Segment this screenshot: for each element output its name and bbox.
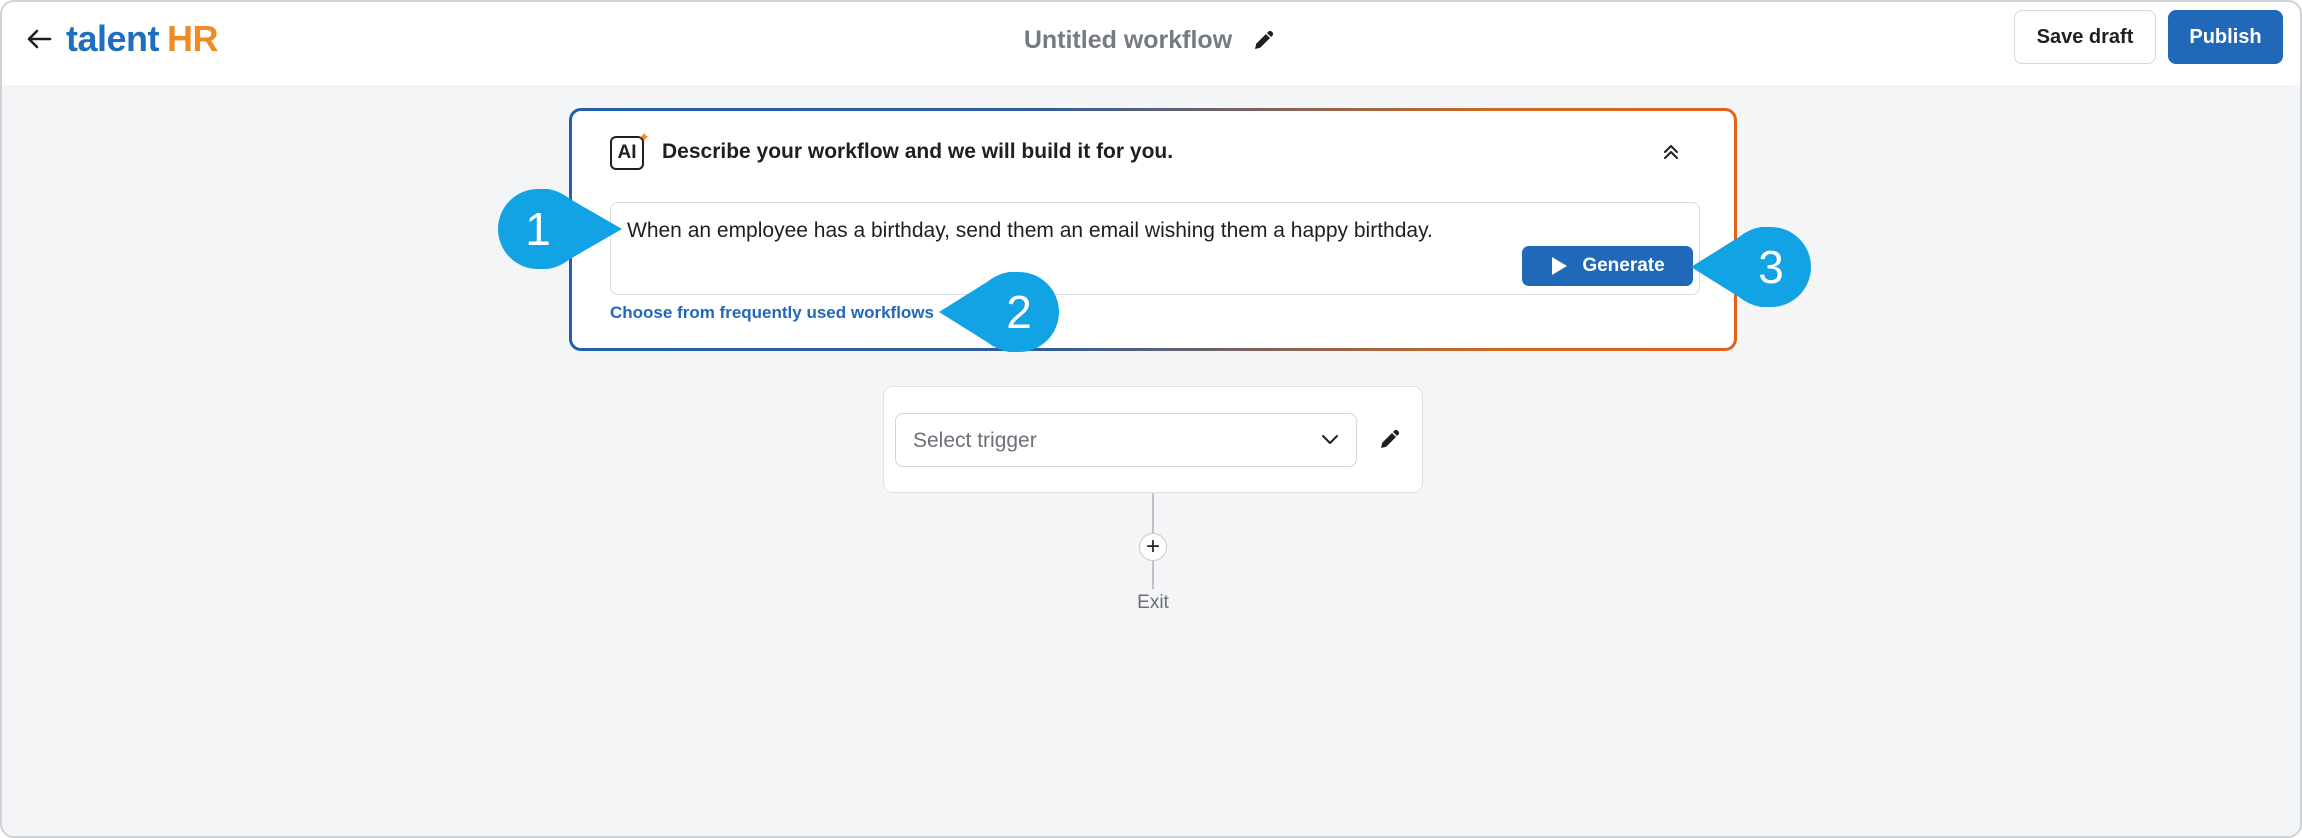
ai-panel-heading: Describe your workflow and we will build… bbox=[662, 140, 1174, 163]
ai-badge-text: AI bbox=[617, 142, 637, 163]
workflow-description-input[interactable]: When an employee has a birthday, send th… bbox=[610, 202, 1700, 295]
app-window: talent HR Untitled workflow Save draft P… bbox=[0, 0, 2302, 838]
pencil-icon bbox=[1255, 30, 1274, 49]
exit-label: Exit bbox=[1137, 592, 1169, 613]
callout-1: 1 bbox=[498, 189, 624, 269]
ai-workflow-builder-card: AI ✦ Describe your workflow and we will … bbox=[569, 108, 1737, 351]
ai-card-body: AI ✦ Describe your workflow and we will … bbox=[572, 111, 1734, 348]
frequent-workflows-link[interactable]: Choose from frequently used workflows bbox=[610, 303, 934, 323]
edit-trigger-button[interactable] bbox=[1376, 425, 1404, 453]
trigger-select[interactable]: Select trigger bbox=[895, 413, 1357, 467]
publish-button[interactable]: Publish bbox=[2168, 10, 2283, 64]
workflow-title: Untitled workflow bbox=[1023, 25, 1233, 54]
callout-2: 2 bbox=[939, 272, 1059, 352]
top-bar: talent HR Untitled workflow Save draft P… bbox=[2, 2, 2300, 85]
flow-connector-line bbox=[1152, 493, 1154, 533]
sparkle-icon: ✦ bbox=[638, 129, 650, 145]
callout-3: 3 bbox=[1691, 227, 1811, 307]
save-draft-button[interactable]: Save draft bbox=[2014, 10, 2156, 64]
collapse-panel-button[interactable] bbox=[1658, 139, 1684, 165]
play-icon bbox=[1552, 257, 1568, 275]
pencil-icon bbox=[1381, 429, 1400, 448]
generate-button-label: Generate bbox=[1582, 255, 1665, 276]
ai-icon: AI ✦ bbox=[610, 130, 650, 170]
flow-connector-line bbox=[1152, 561, 1154, 589]
generate-button[interactable]: Generate bbox=[1522, 246, 1693, 286]
trigger-select-placeholder: Select trigger bbox=[913, 429, 1037, 452]
edit-title-button[interactable] bbox=[1250, 26, 1278, 54]
chevron-down-icon bbox=[1320, 430, 1340, 450]
add-step-button[interactable]: + bbox=[1139, 533, 1167, 561]
plus-icon: + bbox=[1145, 533, 1160, 560]
callout-number: 2 bbox=[1006, 286, 1032, 338]
trigger-node: Select trigger bbox=[883, 386, 1423, 493]
callout-number: 1 bbox=[525, 203, 551, 255]
double-chevron-up-icon bbox=[1664, 145, 1678, 159]
workflow-description-value: When an employee has a birthday, send th… bbox=[627, 219, 1433, 242]
callout-number: 3 bbox=[1758, 241, 1784, 293]
workflow-title-area: Untitled workflow bbox=[2, 20, 2300, 60]
